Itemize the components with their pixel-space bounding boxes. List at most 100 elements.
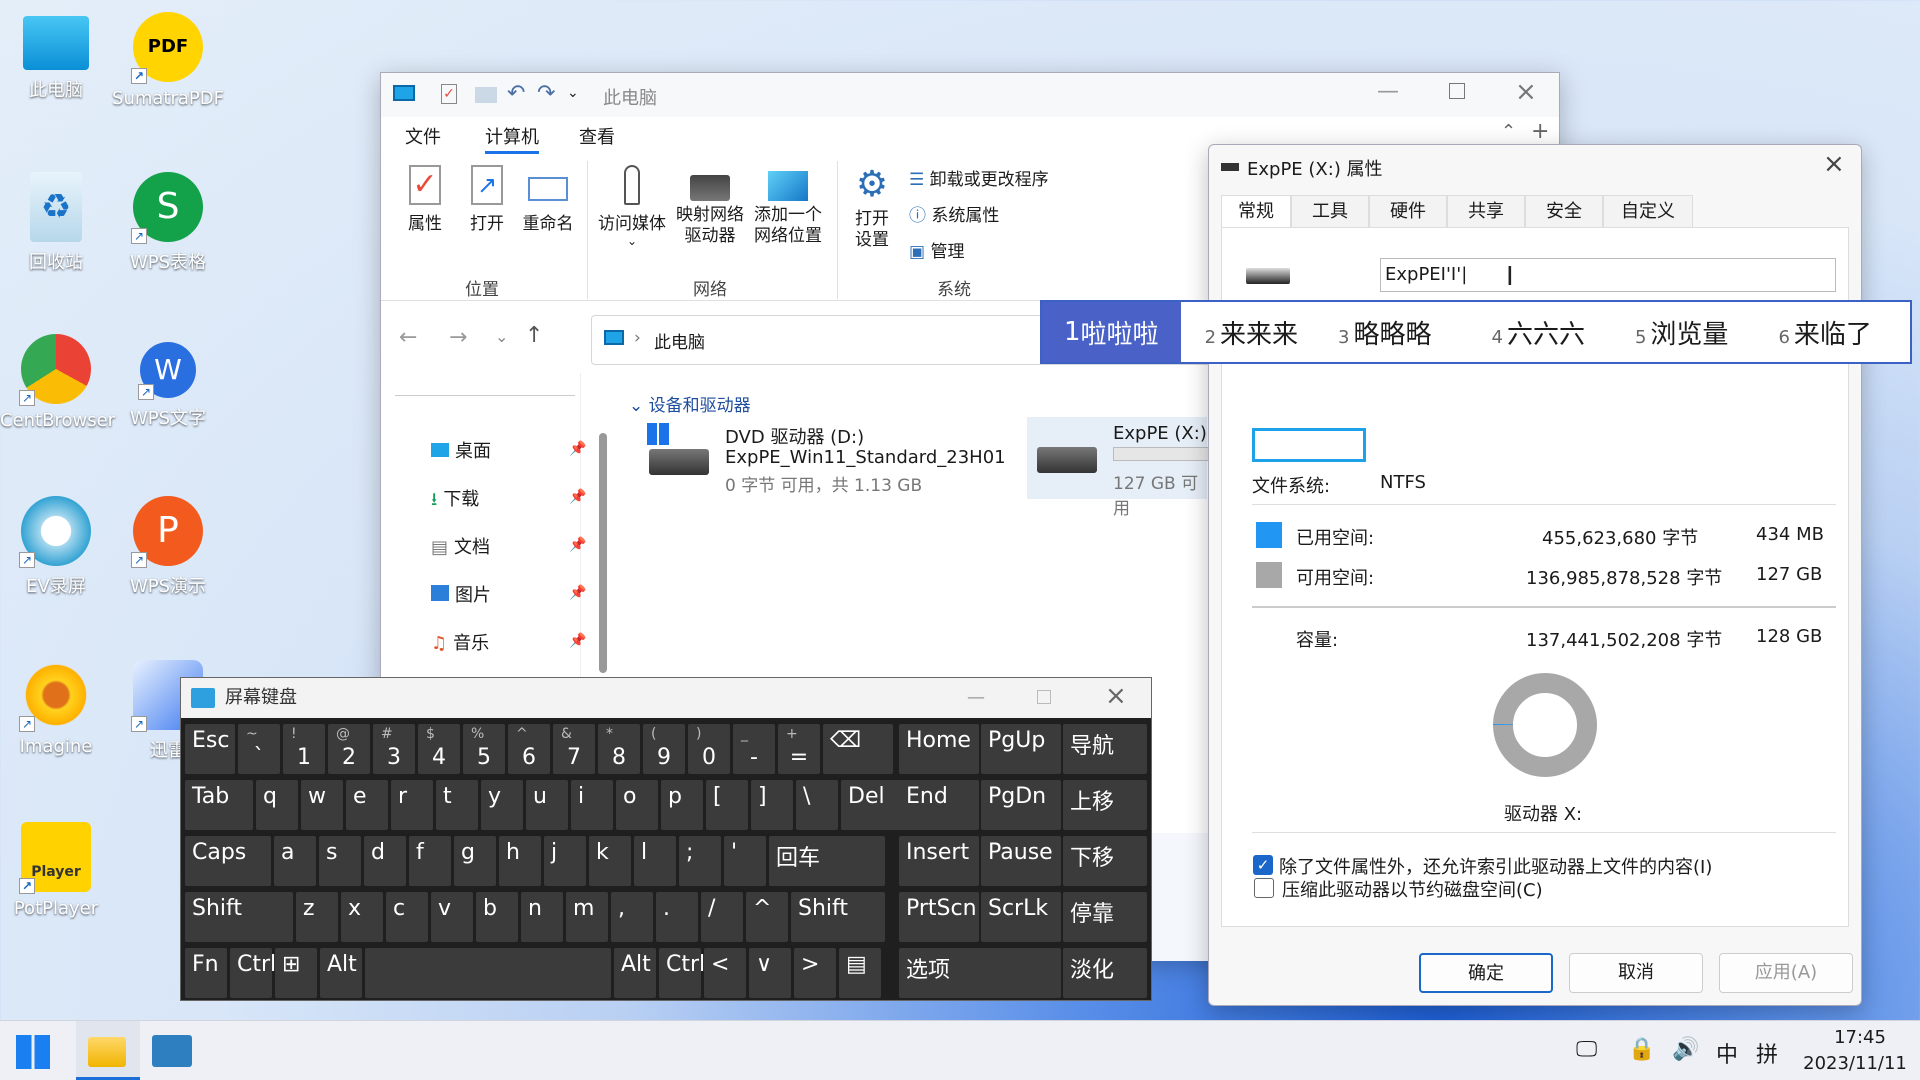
minimize-button[interactable]: — [967, 678, 985, 718]
tab-hardware[interactable]: 硬件 [1369, 195, 1447, 227]
osk-nav-key-8[interactable]: 下移 [1063, 836, 1147, 886]
key-4[interactable]: #3 [373, 724, 415, 774]
key-12[interactable]: _ - [733, 724, 775, 774]
osk-nav-key-12[interactable]: 选项 [899, 948, 1061, 998]
section-header[interactable]: ⌄ 设备和驱动器 [629, 391, 751, 416]
key-row3-2[interactable]: s [319, 836, 361, 886]
compress-checkbox[interactable] [1254, 878, 1274, 898]
add-icon[interactable]: + [1531, 119, 1549, 144]
ribbon-map-drive-button[interactable]: 映射网络 驱动器 [671, 165, 749, 247]
quick-access-dropdown-icon[interactable]: ⌄ [567, 85, 579, 101]
osk-nav-key-1[interactable]: PgUp [981, 724, 1061, 774]
osk-nav-key-10[interactable]: ScrLk [981, 892, 1061, 942]
ime-candidate-1[interactable]: 1 啦啦啦 [1042, 302, 1181, 362]
ribbon-collapse-icon[interactable]: ⌃ [1501, 121, 1516, 142]
key-row2-4[interactable]: r [391, 780, 433, 830]
drive-item-x[interactable]: ExpPE (X:) 127 GB 可用 [1027, 417, 1213, 519]
tray-volume-icon[interactable]: 🔊 [1672, 1037, 1699, 1062]
key-row4-1[interactable]: z [296, 892, 338, 942]
minimize-button[interactable]: — [1377, 79, 1399, 104]
key-row5-2[interactable]: ⊞ [275, 948, 317, 998]
menu-tab-view[interactable]: 查看 [579, 123, 615, 149]
taskbar-osk-button[interactable] [152, 1035, 192, 1067]
ime-candidate-4[interactable]: 4 六六六 [1492, 314, 1585, 351]
key-row3-12[interactable]: 回车 [769, 836, 885, 886]
menu-tab-file[interactable]: 文件 [405, 123, 441, 149]
key-row4-8[interactable]: , [611, 892, 653, 942]
osk-nav-key-5[interactable]: 上移 [1063, 780, 1147, 830]
taskbar-clock-time[interactable]: 17:45 [1810, 1027, 1910, 1048]
key-row2-13[interactable]: \ [796, 780, 838, 830]
apply-button[interactable]: 应用(A) [1719, 953, 1853, 993]
key-row2-9[interactable]: o [616, 780, 658, 830]
taskbar-explorer-button[interactable] [76, 1021, 140, 1080]
key-row5-5[interactable]: Alt [614, 948, 656, 998]
key-row4-6[interactable]: n [521, 892, 563, 942]
close-button[interactable]: × [1105, 676, 1127, 716]
undo-icon[interactable]: ↶ [507, 81, 525, 106]
desktop-icon-potplayer[interactable]: Player ↗ PotPlayer [0, 822, 112, 919]
key-row4-0[interactable]: Shift [185, 892, 293, 942]
key-row5-8[interactable]: ∨ [749, 948, 791, 998]
desktop-icon-ev-recorder[interactable]: ↗ EV录屏 [0, 496, 112, 598]
ribbon-rename-button[interactable]: 重命名 [513, 165, 583, 234]
key-row4-12[interactable]: Shift [791, 892, 885, 942]
key-1[interactable]: ~ ` [238, 724, 280, 774]
ribbon-access-media-button[interactable]: 访问媒体 ⌄ [593, 165, 671, 248]
key-row3-6[interactable]: h [499, 836, 541, 886]
osk-nav-key-6[interactable]: Insert [899, 836, 979, 886]
ribbon-uninstall-link[interactable]: ☰ 卸载或更改程序 [909, 165, 1049, 190]
key-row3-9[interactable]: l [634, 836, 676, 886]
key-11[interactable]: ) 0 [688, 724, 730, 774]
desktop-icon-imagine[interactable]: ↗ Imagine [0, 660, 112, 757]
key-14[interactable]: ⌫ [823, 724, 893, 774]
key-row4-9[interactable]: . [656, 892, 698, 942]
desktop-icon-this-pc[interactable]: 此电脑 [0, 12, 112, 102]
nav-item-documents[interactable]: ▤ 文档 [431, 533, 490, 559]
ribbon-manage-link[interactable]: ▣ 管理 [909, 237, 964, 262]
desktop-icon-wps-sheets[interactable]: S ↗ WPS表格 [112, 172, 224, 274]
key-row3-4[interactable]: f [409, 836, 451, 886]
key-row4-10[interactable]: / [701, 892, 743, 942]
key-row2-6[interactable]: y [481, 780, 523, 830]
maximize-button[interactable] [1037, 690, 1051, 704]
key-row5-10[interactable]: ▤ [839, 948, 881, 998]
properties-quick-icon[interactable]: ✓ [441, 84, 457, 104]
desktop-icon-recycle-bin[interactable]: ♻ 回收站 [0, 172, 112, 274]
key-row2-11[interactable]: [ [706, 780, 748, 830]
new-folder-quick-icon[interactable] [475, 87, 497, 103]
nav-item-desktop[interactable]: 桌面 [431, 437, 491, 463]
key-row3-5[interactable]: g [454, 836, 496, 886]
maximize-button[interactable] [1449, 83, 1465, 99]
ribbon-properties-button[interactable]: ✓ 属性 [395, 165, 455, 234]
key-row2-5[interactable]: t [436, 780, 478, 830]
key-row3-3[interactable]: d [364, 836, 406, 886]
start-button[interactable] [16, 1035, 50, 1069]
tab-customize[interactable]: 自定义 [1603, 195, 1693, 227]
osk-nav-key-9[interactable]: PrtScn [899, 892, 979, 942]
key-row5-1[interactable]: Ctrl [230, 948, 276, 998]
key-row2-7[interactable]: u [526, 780, 568, 830]
key-row2-0[interactable]: Tab [185, 780, 253, 830]
ime-candidate-3[interactable]: 3 略略略 [1338, 314, 1431, 351]
key-row5-7[interactable]: < [704, 948, 746, 998]
key-13[interactable]: + = [778, 724, 820, 774]
index-checkbox[interactable]: ✓ [1253, 855, 1273, 875]
back-button[interactable]: ← [399, 325, 417, 350]
up-button[interactable]: ↑ [525, 323, 543, 348]
ribbon-add-network-location-button[interactable]: 添加一个 网络位置 [749, 165, 827, 247]
nav-item-downloads[interactable]: ⭳ 下载 [431, 485, 479, 517]
tray-security-icon[interactable]: 🔒 [1628, 1037, 1655, 1062]
key-row2-10[interactable]: p [661, 780, 703, 830]
recent-locations-button[interactable]: ⌄ [495, 327, 508, 346]
key-row2-8[interactable]: i [571, 780, 613, 830]
key-row3-8[interactable]: k [589, 836, 631, 886]
key-row5-3[interactable]: Alt [320, 948, 362, 998]
nav-item-pictures[interactable]: 图片 [431, 581, 491, 607]
key-row4-4[interactable]: v [431, 892, 473, 942]
key-3[interactable]: @2 [328, 724, 370, 774]
osk-nav-key-0[interactable]: Home [899, 724, 979, 774]
key-row3-1[interactable]: a [274, 836, 316, 886]
taskbar-clock-date[interactable]: 2023/11/11 [1800, 1053, 1910, 1074]
nav-scrollbar[interactable] [599, 433, 607, 673]
